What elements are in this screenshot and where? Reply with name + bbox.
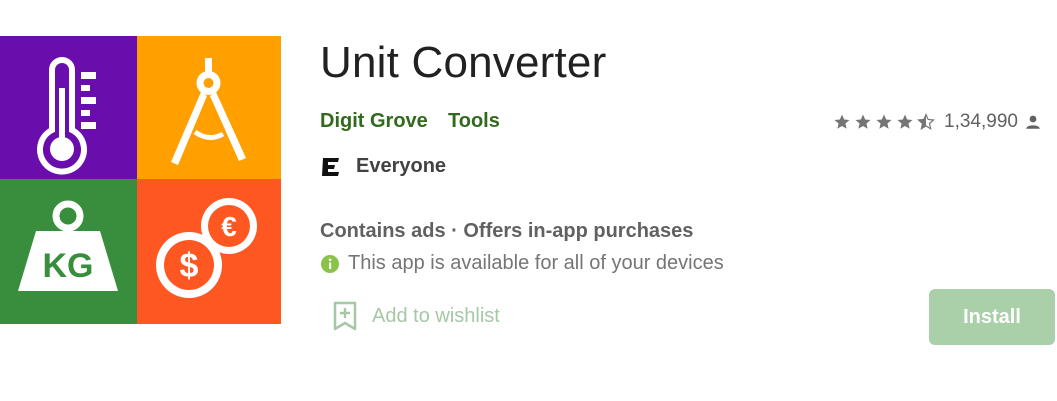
rating-summary: 1,34,990 [833,110,1042,134]
star-icon [897,114,913,129]
ads-info: Contains ads · Offers in-app purchases [320,220,694,242]
currency-icon: € $ [156,198,257,298]
svg-text:€: € [221,211,237,242]
thermometer-tile [0,36,137,179]
rating-count: 1,34,990 [944,111,1018,132]
currency-tile: € $ [137,179,281,324]
weight-tile: KG [0,179,137,324]
svg-text:$: $ [180,247,199,285]
svg-text:KG: KG [43,247,94,285]
install-button[interactable]: Install [929,289,1055,345]
wishlist-button[interactable]: Add to wishlist [330,300,500,332]
person-icon [1026,115,1040,129]
compass-icon [171,58,246,165]
category-link[interactable]: Tools [448,110,500,133]
developer-link[interactable]: Digit Grove [320,110,428,133]
weight-kg-icon: KG [18,200,118,291]
bookmark-add-icon [333,301,357,331]
content-rating: Everyone [320,155,446,178]
availability-note: This app is available for all of your de… [320,252,724,275]
wishlist-label: Add to wishlist [372,304,500,327]
star-icon [834,114,850,129]
app-title: Unit Converter [320,38,607,87]
availability-text: This app is available for all of your de… [348,252,724,274]
content-rating-label: Everyone [356,155,447,177]
star-icon [876,114,892,129]
esrb-everyone-icon [322,157,339,176]
compass-tile [137,36,281,179]
star-rating [833,113,938,131]
thermometer-icon [37,57,96,175]
app-icon: KG € $ [0,36,281,324]
info-icon [321,254,339,273]
star-icon [855,114,871,129]
half-star-icon [917,113,935,130]
